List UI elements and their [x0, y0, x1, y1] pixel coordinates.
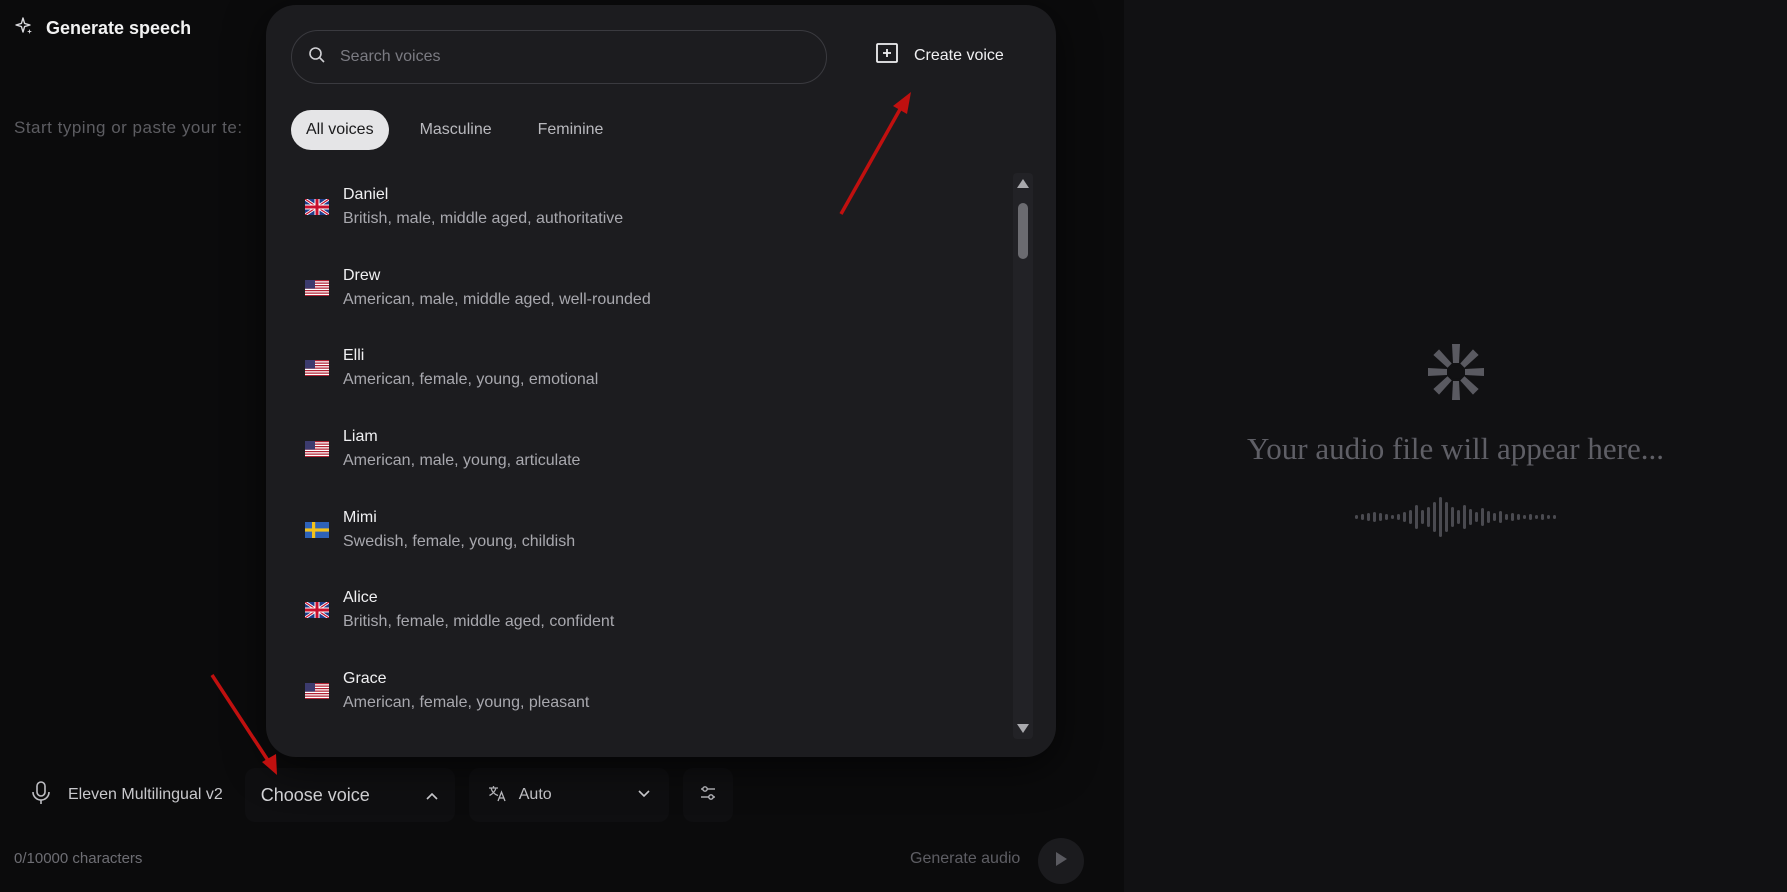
voice-settings-button[interactable]	[682, 768, 733, 822]
voice-name: Daniel	[343, 186, 389, 204]
voice-item[interactable]: Mimi Swedish, female, young, childish	[288, 489, 1028, 570]
add-box-icon	[876, 43, 898, 68]
voice-list: Daniel British, male, middle aged, author…	[288, 167, 1028, 739]
generate-audio-label: Generate audio	[910, 850, 1021, 867]
sliders-icon	[699, 785, 717, 806]
language-selector[interactable]: Auto	[468, 768, 669, 822]
chevron-up-icon	[425, 785, 439, 806]
voice-name: Mimi	[343, 508, 377, 526]
voice-filter-tabs: All voices Masculine Feminine	[291, 110, 618, 150]
voice-name: Elli	[343, 347, 365, 365]
play-icon	[1054, 851, 1068, 872]
us-flag-icon	[305, 682, 329, 699]
text-editor[interactable]: Start typing or paste your te:	[14, 118, 243, 138]
model-selector[interactable]: Eleven Multilingual v2	[18, 768, 235, 822]
model-label: Eleven Multilingual v2	[68, 786, 223, 803]
filter-feminine[interactable]: Feminine	[523, 110, 619, 150]
voice-description: American, female, young, emotional	[343, 371, 599, 389]
translate-icon	[487, 784, 507, 807]
voice-description: American, male, young, articulate	[343, 452, 581, 470]
voice-item[interactable]: Elli American, female, young, emotional	[288, 328, 1028, 409]
create-voice-button[interactable]: Create voice	[876, 43, 1004, 68]
sparkle-icon	[14, 16, 34, 41]
voice-description: British, female, middle aged, confident	[343, 613, 615, 631]
choose-voice-button[interactable]: Choose voice	[244, 768, 455, 822]
search-field[interactable]	[291, 30, 827, 84]
generate-audio-button[interactable]	[1038, 838, 1084, 884]
voice-item[interactable]: Drew American, male, middle aged, well-ro…	[288, 248, 1028, 329]
scroll-thumb[interactable]	[1018, 203, 1028, 259]
voice-list-scrollbar[interactable]	[1013, 173, 1033, 739]
choose-voice-label: Choose voice	[260, 784, 370, 805]
character-count: 0/10000 characters	[14, 850, 143, 867]
voice-description: Swedish, female, young, childish	[343, 532, 576, 550]
voice-description: American, male, middle aged, well-rounde…	[343, 290, 651, 308]
chevron-down-icon	[637, 786, 651, 804]
empty-audio-text: Your audio file will appear here...	[1247, 431, 1664, 466]
us-flag-icon	[305, 279, 329, 296]
scroll-up-icon[interactable]	[1017, 179, 1029, 188]
waveform-icon	[1355, 495, 1556, 539]
voice-item[interactable]: Grace American, female, young, pleasant	[288, 651, 1028, 732]
filter-masculine[interactable]: Masculine	[405, 110, 507, 150]
page-title: Generate speech	[46, 18, 192, 38]
search-input[interactable]	[338, 47, 802, 67]
elevenlabs-logo-icon	[1424, 340, 1488, 409]
voice-name: Alice	[343, 589, 378, 607]
voice-name: Drew	[343, 266, 381, 284]
voice-dropdown: Create voice All voices Masculine Femini…	[266, 5, 1056, 757]
bottom-toolbar: Eleven Multilingual v2 Choose voice Auto	[18, 768, 733, 822]
microphone-icon	[30, 780, 52, 811]
voice-name: Grace	[343, 669, 387, 687]
scroll-down-icon[interactable]	[1017, 724, 1029, 733]
uk-flag-icon	[305, 602, 329, 619]
uk-flag-icon	[305, 199, 329, 216]
filter-all-voices[interactable]: All voices	[291, 110, 389, 150]
sweden-flag-icon	[305, 521, 329, 538]
us-flag-icon	[305, 360, 329, 377]
voice-item[interactable]: Daniel British, male, middle aged, author…	[288, 167, 1028, 248]
empty-audio-state: Your audio file will appear here...	[1124, 340, 1787, 539]
voice-description: British, male, middle aged, authoritativ…	[343, 210, 624, 228]
create-voice-label: Create voice	[914, 46, 1004, 64]
voice-item[interactable]: Alice British, female, middle aged, confi…	[288, 570, 1028, 651]
us-flag-icon	[305, 441, 329, 458]
language-label: Auto	[518, 786, 552, 803]
search-icon	[308, 46, 326, 69]
page-header: Generate speech	[14, 16, 191, 41]
voice-item[interactable]: Liam American, male, young, articulate	[288, 409, 1028, 490]
voice-name: Liam	[343, 428, 378, 446]
voice-description: American, female, young, pleasant	[343, 693, 590, 711]
